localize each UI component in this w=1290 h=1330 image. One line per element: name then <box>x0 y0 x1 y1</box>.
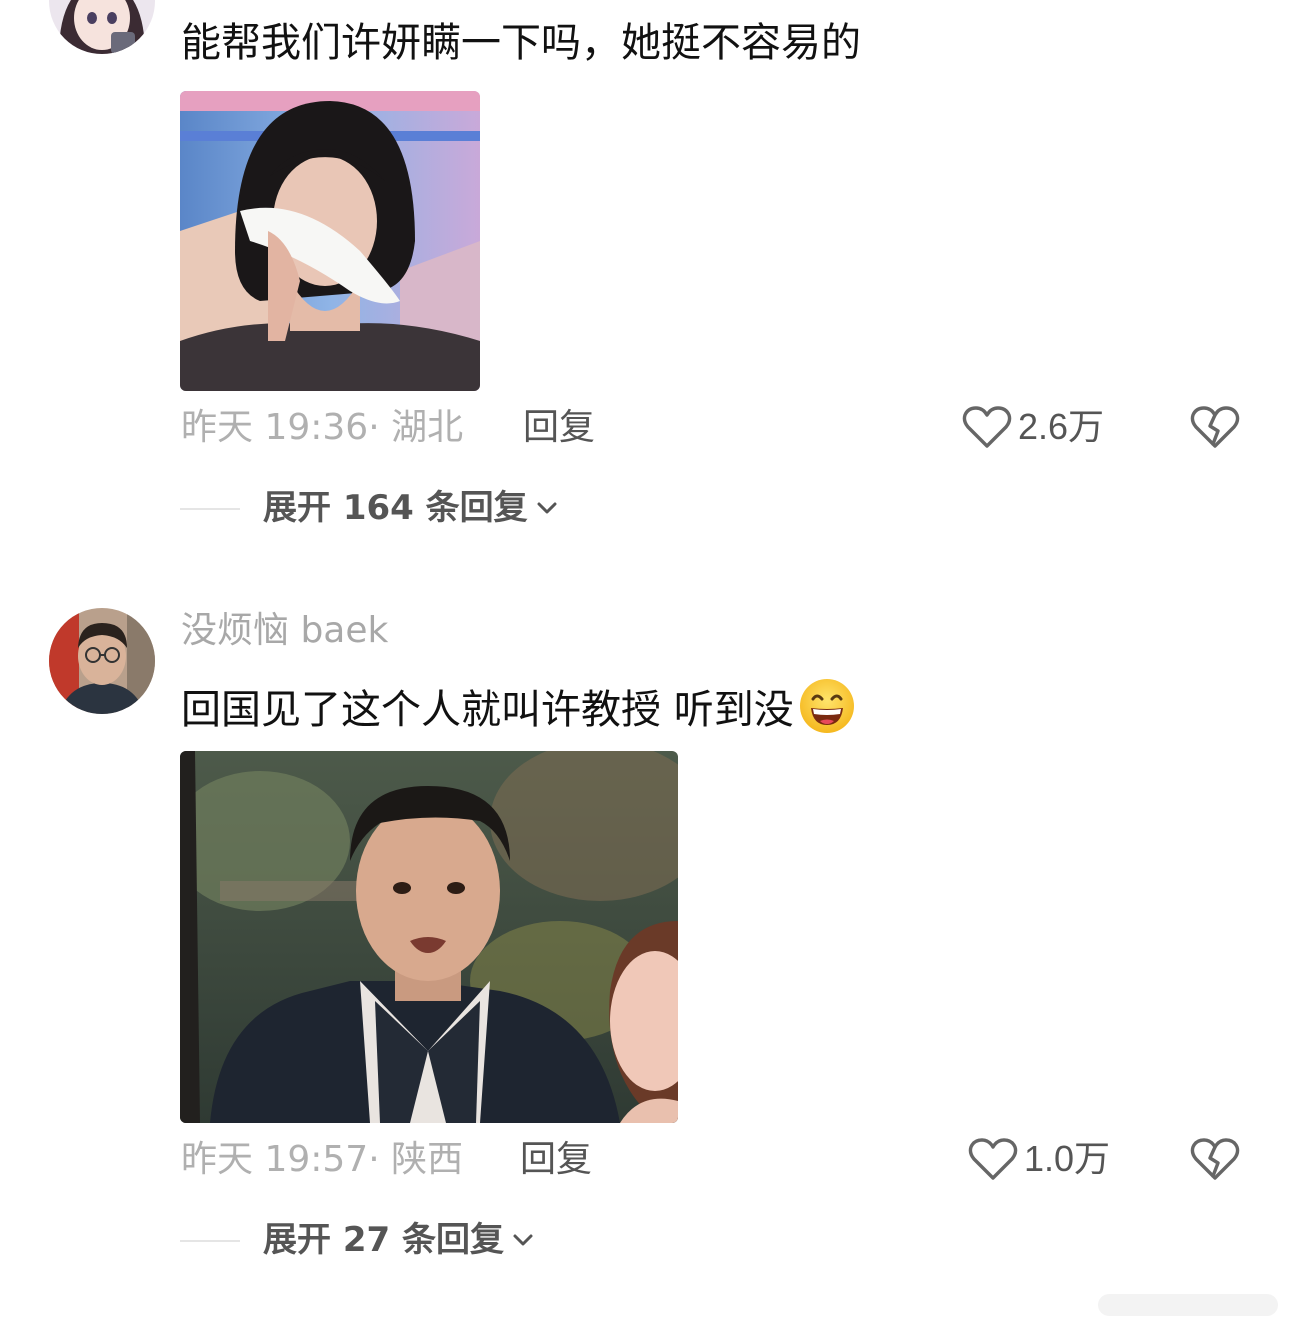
expand-divider <box>180 508 240 510</box>
comment-location: 湖北 <box>391 407 464 448</box>
comment-time: 昨天 19:36 <box>181 407 369 448</box>
dislike-button[interactable] <box>1190 404 1240 454</box>
grinning-sweat-face-icon <box>798 677 856 747</box>
expand-replies-label: 展开 27 条回复 <box>263 1220 504 1260</box>
meta-separator: · <box>368 407 392 448</box>
broken-heart-icon <box>1190 406 1240 448</box>
comment-username[interactable]: 没烦恼 baek <box>181 609 388 653</box>
comment-meta: 昨天 19:36· 湖北 <box>181 406 463 450</box>
watermark <box>1098 1292 1278 1318</box>
comment-text-row: 回国见了这个人就叫许教授 听到没 <box>181 677 856 747</box>
reply-button[interactable]: 回复 <box>520 1138 592 1182</box>
like-button[interactable]: 2.6万 <box>962 404 1104 450</box>
comment-text: 回国见了这个人就叫许教授 听到没 <box>181 687 794 733</box>
comment-time: 昨天 19:57 <box>181 1139 369 1180</box>
reply-button[interactable]: 回复 <box>523 406 595 450</box>
dislike-button[interactable] <box>1190 1136 1240 1186</box>
like-button[interactable]: 1.0万 <box>968 1136 1110 1182</box>
comment-meta: 昨天 19:57· 陕西 <box>181 1138 463 1182</box>
comment-image[interactable] <box>180 91 480 391</box>
meta-separator: · <box>368 1139 392 1180</box>
chevron-down-icon <box>537 502 557 514</box>
like-count: 2.6万 <box>1018 406 1105 447</box>
comment-text: 能帮我们许妍瞒一下吗，她挺不容易的 <box>181 20 861 66</box>
expand-divider <box>180 1240 240 1242</box>
expand-replies-label: 展开 164 条回复 <box>263 488 528 528</box>
expand-replies-button[interactable]: 展开 164 条回复 <box>263 486 560 530</box>
expand-replies-button[interactable]: 展开 27 条回复 <box>263 1218 536 1262</box>
heart-outline-icon <box>968 1138 1018 1180</box>
comment-location: 陕西 <box>391 1139 464 1180</box>
comment-item: 没烦恼 baek 回国见了这个人就叫许教授 听到没 昨天 19:57· 陕西 回… <box>0 600 1290 1300</box>
broken-heart-icon <box>1190 1138 1240 1180</box>
like-count: 1.0万 <box>1024 1138 1111 1179</box>
comment-item: 能帮我们许妍瞒一下吗，她挺不容易的 昨天 19:36· 湖北 回复 2.6万 展… <box>0 0 1290 560</box>
chevron-down-icon <box>513 1234 533 1246</box>
avatar[interactable] <box>49 608 155 714</box>
avatar[interactable] <box>49 0 155 54</box>
heart-outline-icon <box>962 406 1012 448</box>
comment-image[interactable] <box>180 751 678 1123</box>
